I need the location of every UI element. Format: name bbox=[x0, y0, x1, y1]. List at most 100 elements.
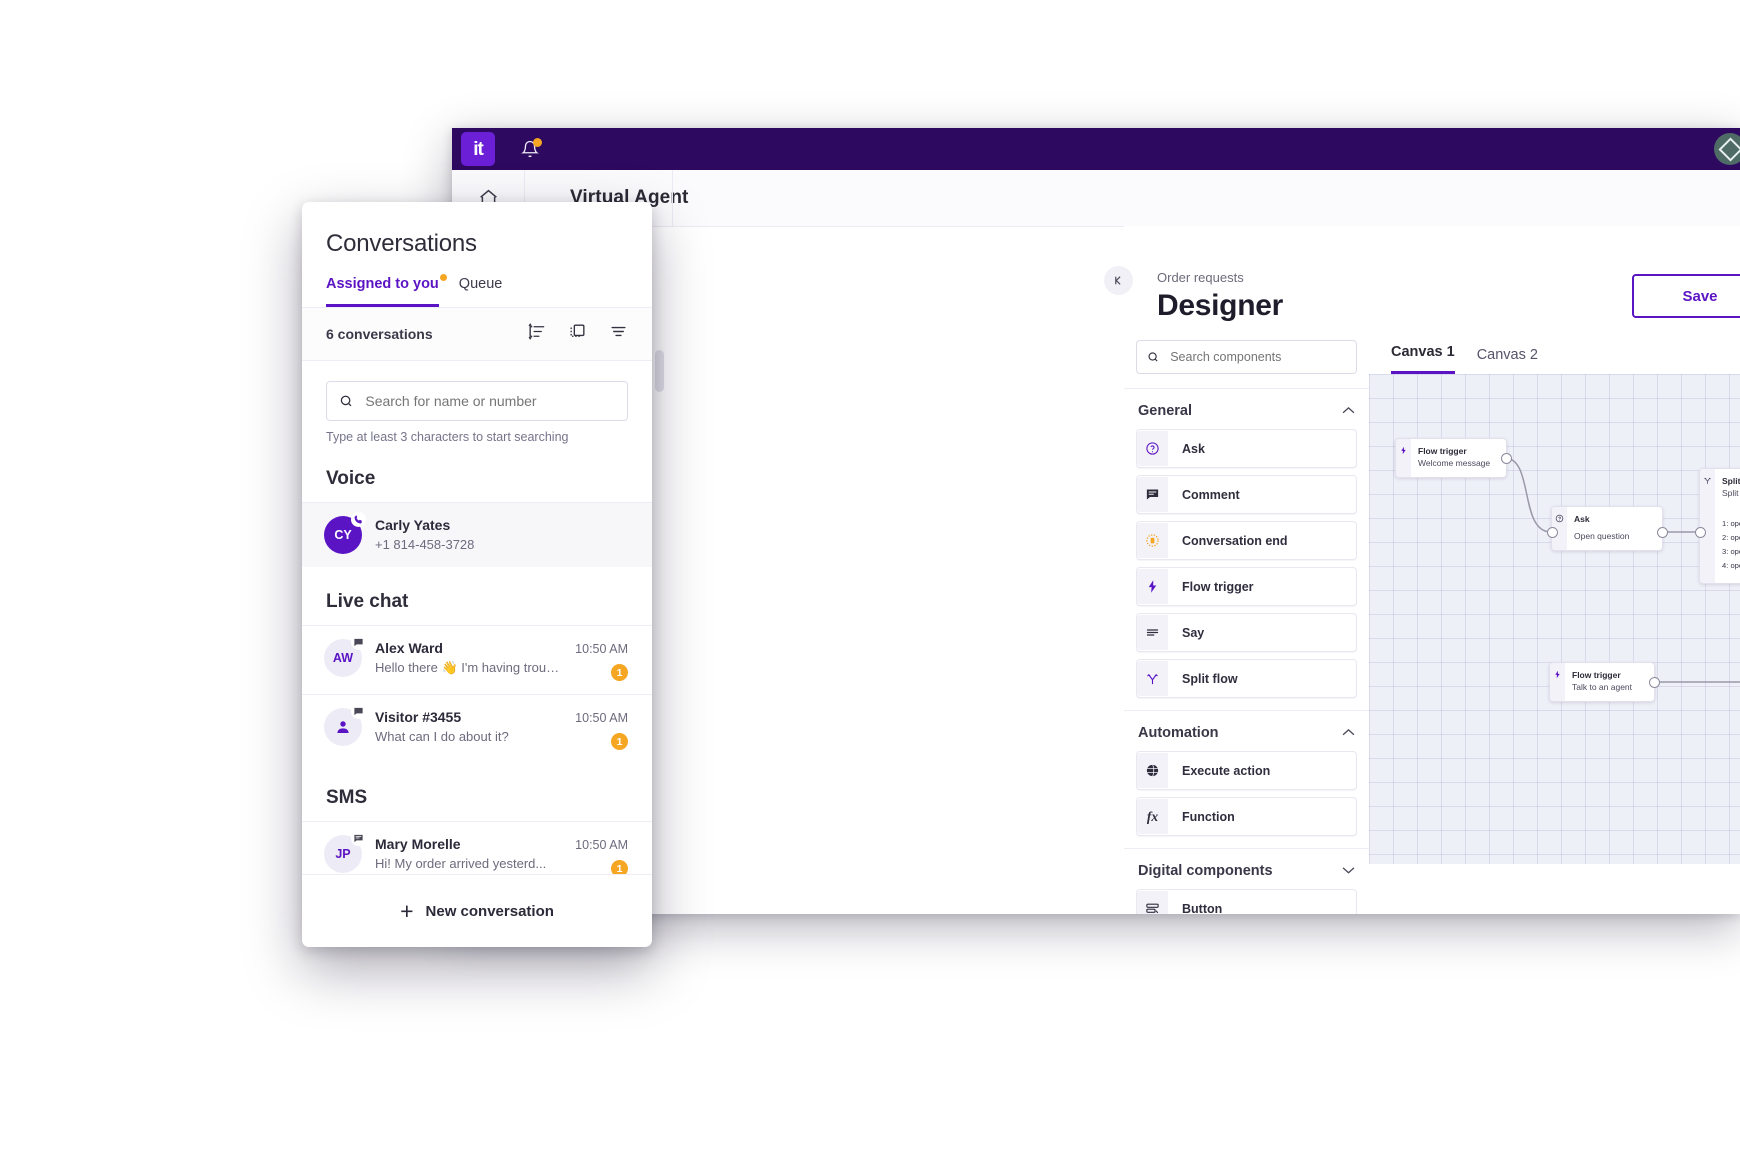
contact-name: Alex Ward bbox=[375, 640, 443, 657]
list-item[interactable]: CY Carly Yates +1 814-458-3728 bbox=[302, 502, 652, 568]
section-header-live-chat: Live chat bbox=[326, 591, 409, 613]
list-item-main: Mary Morelle Hi! My order arrived yester… bbox=[375, 835, 562, 873]
new-conversation-button[interactable]: + New conversation bbox=[302, 874, 652, 947]
message-preview: What can I do about it? bbox=[375, 729, 509, 745]
group-header-automation[interactable]: Automation bbox=[1124, 711, 1369, 751]
component-ask[interactable]: Ask bbox=[1136, 429, 1357, 468]
person-icon bbox=[337, 721, 349, 734]
canvas-area: Canvas 1 Canvas 2 Flow trigger Welcome m… bbox=[1369, 324, 1740, 914]
top-bar: it bbox=[452, 128, 1740, 170]
canvas-node-split-flow[interactable]: Split flow Split conversation 1: open_qu… bbox=[1699, 468, 1740, 585]
node-title: Ask bbox=[1574, 514, 1590, 524]
question-circle-icon bbox=[1137, 431, 1168, 466]
group-header-general[interactable]: General bbox=[1124, 389, 1369, 429]
tab-canvas-1[interactable]: Canvas 1 bbox=[1391, 344, 1455, 374]
node-title: Flow trigger bbox=[1418, 446, 1467, 456]
tab-notification-dot bbox=[439, 274, 447, 281]
node-port-out[interactable] bbox=[1501, 453, 1512, 464]
search-components-box[interactable] bbox=[1136, 340, 1357, 374]
chat-icon bbox=[351, 635, 366, 651]
avatar: JP bbox=[324, 831, 366, 874]
canvas-node-flow-trigger-talk-to-agent[interactable]: Flow trigger Talk to an agent bbox=[1549, 662, 1655, 703]
lines-icon bbox=[1137, 615, 1168, 650]
page-header: Order requests Designer Save bbox=[1104, 226, 1740, 325]
rail-search-wrap bbox=[1124, 324, 1369, 388]
node-port-in[interactable] bbox=[1695, 527, 1706, 538]
tab-assigned-to-you[interactable]: Assigned to you bbox=[326, 274, 447, 307]
contact-name: Mary Morelle bbox=[375, 836, 461, 853]
group-title: Automation bbox=[1138, 725, 1219, 741]
filter-icon[interactable] bbox=[609, 322, 628, 346]
avatar bbox=[324, 704, 366, 747]
group-header-digital-components[interactable]: Digital components bbox=[1124, 849, 1369, 889]
node-subtitle: Welcome message bbox=[1418, 458, 1491, 469]
canvas-node-ask-open-question[interactable]: Ask Open question bbox=[1551, 506, 1663, 552]
avatar-initials: CY bbox=[334, 528, 352, 542]
list-item[interactable]: Visitor #3455 What can I do about it? 10… bbox=[302, 694, 652, 763]
layout-icon[interactable] bbox=[568, 322, 587, 346]
sort-icon[interactable] bbox=[527, 322, 546, 346]
user-avatar[interactable] bbox=[1714, 133, 1740, 165]
list-item-meta: 10:50 AM 1 bbox=[575, 708, 628, 751]
list-item-main: Carly Yates +1 814-458-3728 bbox=[375, 516, 615, 554]
message-preview: Hi! My order arrived yesterd... bbox=[375, 856, 547, 872]
component-split-flow[interactable]: Split flow bbox=[1136, 659, 1357, 698]
list-item[interactable]: AW Alex Ward Hello there 👋 I'm having tr… bbox=[302, 625, 652, 694]
avatar: CY bbox=[324, 512, 366, 554]
search-components-input[interactable] bbox=[1168, 349, 1346, 365]
breadcrumb[interactable]: Order requests bbox=[1157, 270, 1244, 285]
group-title: Digital components bbox=[1138, 863, 1273, 879]
component-label: Button bbox=[1182, 901, 1223, 915]
component-button[interactable]: Button bbox=[1136, 889, 1357, 914]
question-circle-icon bbox=[1555, 514, 1564, 523]
app-logo[interactable]: it bbox=[461, 132, 495, 166]
avatar-initials: JP bbox=[335, 847, 351, 862]
toolbar-actions bbox=[527, 322, 628, 346]
conversation-search-input[interactable] bbox=[363, 392, 615, 410]
timestamp: 10:50 AM bbox=[575, 838, 628, 853]
component-label: Say bbox=[1182, 625, 1205, 640]
flow-canvas[interactable]: Flow trigger Welcome message Ask Open qu… bbox=[1369, 374, 1740, 864]
component-function[interactable]: fx Function bbox=[1136, 797, 1357, 836]
conversation-list[interactable]: Voice CY Carly Yates +1 814-458-3728 Liv… bbox=[302, 444, 652, 874]
node-subtitle: Open question bbox=[1574, 531, 1630, 542]
tab-label: Assigned to you bbox=[326, 276, 439, 292]
collapse-left-icon bbox=[1115, 276, 1121, 285]
lightning-icon bbox=[1401, 446, 1406, 455]
canvas-tabs: Canvas 1 Canvas 2 bbox=[1369, 324, 1740, 374]
component-say[interactable]: Say bbox=[1136, 613, 1357, 652]
canvas-node-flow-trigger-welcome[interactable]: Flow trigger Welcome message bbox=[1395, 438, 1507, 479]
list-item[interactable]: JP Mary Morelle Hi! My order arrived yes… bbox=[302, 821, 652, 874]
component-flow-trigger[interactable]: Flow trigger bbox=[1136, 567, 1357, 606]
node-port-in[interactable] bbox=[1547, 527, 1558, 538]
tab-queue[interactable]: Queue bbox=[459, 276, 503, 307]
unread-badge: 1 bbox=[611, 733, 628, 751]
contact-name: Carly Yates bbox=[375, 517, 451, 533]
node-port-out[interactable] bbox=[1657, 527, 1668, 538]
component-rail: General Ask Comment bbox=[1124, 324, 1370, 914]
node-rule: 4: open_question = escalate_to_agent bbox=[1722, 561, 1740, 571]
avatar-initials: AW bbox=[332, 651, 354, 666]
tab-canvas-2[interactable]: Canvas 2 bbox=[1477, 347, 1538, 374]
component-comment[interactable]: Comment bbox=[1136, 475, 1357, 514]
section-header-voice: Voice bbox=[326, 468, 376, 489]
panel-scrollbar[interactable] bbox=[655, 350, 664, 392]
section-header-sms: SMS bbox=[326, 787, 368, 809]
search-hint: Type at least 3 characters to start sear… bbox=[326, 430, 569, 444]
app-logo-glyph: it bbox=[473, 138, 484, 160]
conversation-search-box[interactable] bbox=[326, 381, 628, 421]
node-body: Flow trigger Welcome message bbox=[1411, 439, 1500, 477]
collapse-panel-button[interactable] bbox=[1104, 266, 1133, 295]
notifications-bell-icon[interactable] bbox=[517, 136, 543, 162]
component-execute-action[interactable]: Execute action bbox=[1136, 751, 1357, 790]
list-item-main: Alex Ward Hello there 👋 I'm having troub… bbox=[375, 639, 562, 677]
chat-icon bbox=[351, 704, 366, 720]
node-subtitle: Split conversation bbox=[1722, 488, 1740, 499]
component-conversation-end[interactable]: Conversation end bbox=[1136, 521, 1357, 560]
split-flow-icon bbox=[1704, 477, 1711, 484]
save-button[interactable]: Save bbox=[1632, 274, 1740, 318]
node-strip bbox=[1550, 663, 1565, 702]
split-flow-icon bbox=[1137, 661, 1168, 696]
search-icon bbox=[340, 395, 352, 407]
node-port-out[interactable] bbox=[1649, 677, 1660, 688]
